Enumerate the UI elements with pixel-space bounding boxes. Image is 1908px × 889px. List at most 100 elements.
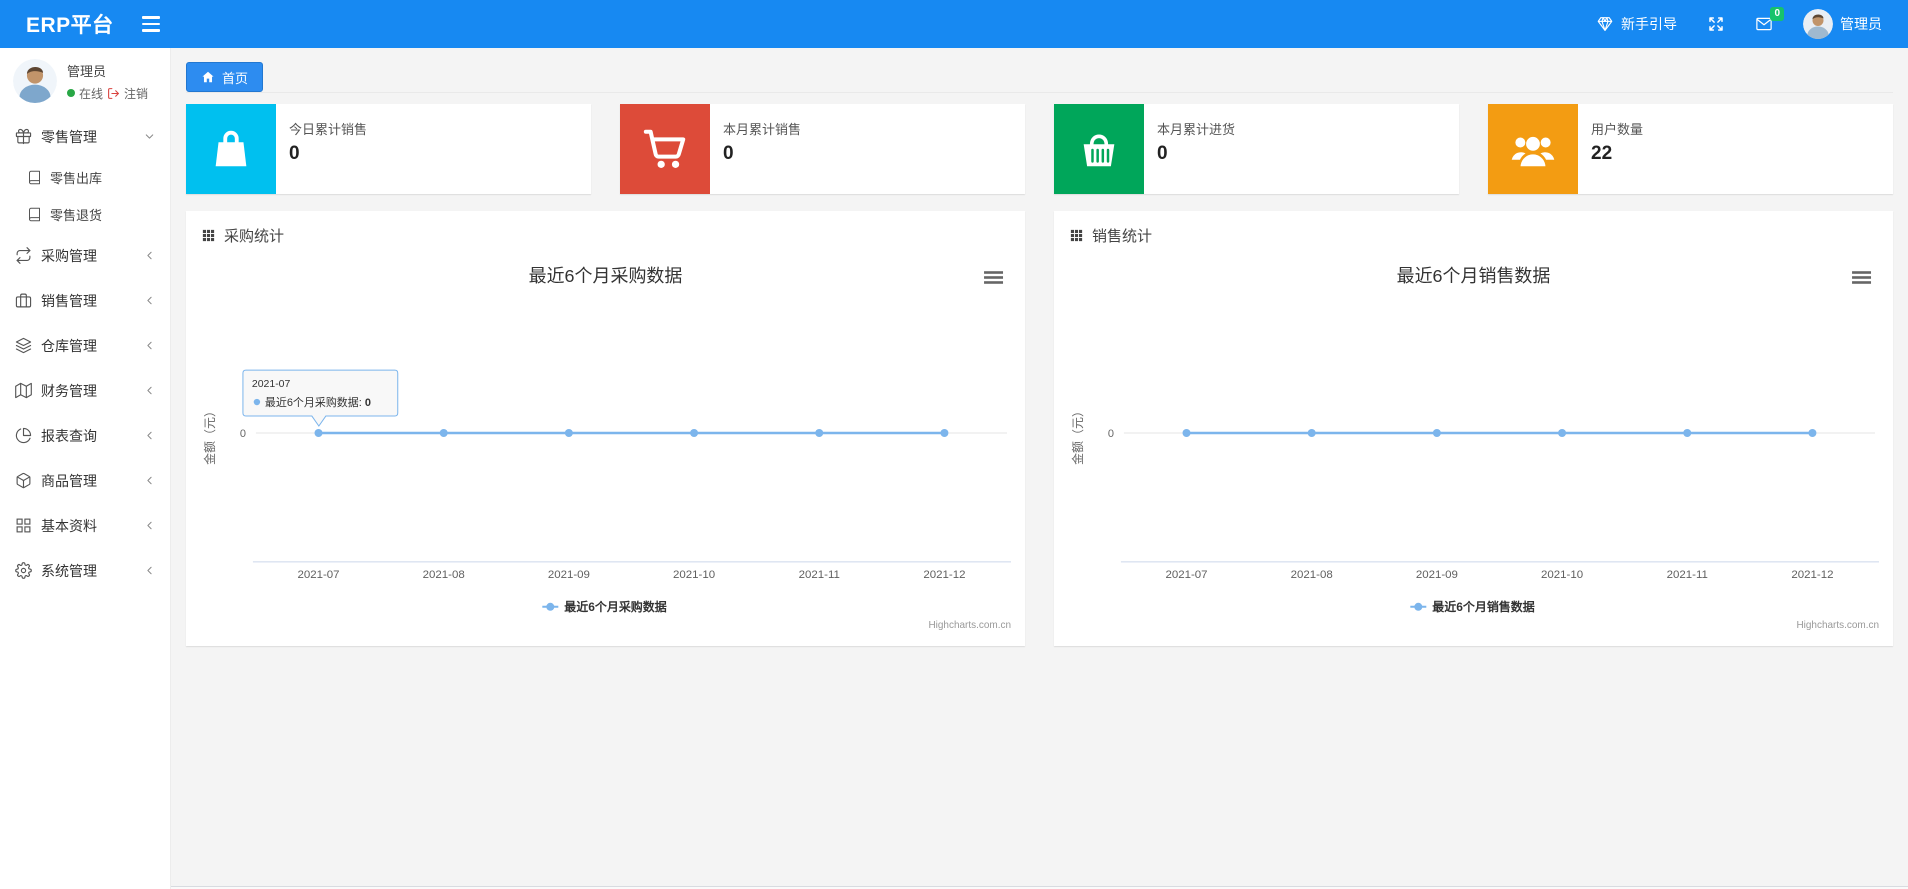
- data-point[interactable]: [940, 429, 949, 438]
- sidebar-item-6[interactable]: 报表查询: [0, 413, 170, 458]
- y-tick-label: 0: [240, 428, 246, 440]
- tab-bar: 首页: [186, 62, 1893, 93]
- stat-card-value: 0: [289, 143, 300, 164]
- sidebar-username: 管理员: [67, 63, 107, 79]
- sidebar-item-label: 仓库管理: [41, 337, 97, 354]
- stat-card-value: 0: [723, 143, 734, 164]
- cart-icon: [643, 129, 686, 168]
- chart-panel-title: 采购统计: [224, 228, 285, 245]
- chart-title: 最近6个月采购数据: [529, 266, 683, 286]
- chart-context-menu-button[interactable]: [1852, 271, 1872, 284]
- home-icon: [202, 71, 214, 83]
- data-point[interactable]: [439, 429, 448, 438]
- x-tick-label: 2021-07: [1165, 569, 1207, 581]
- tab-home[interactable]: 首页: [186, 62, 264, 92]
- tab-home-label: 首页: [222, 70, 249, 86]
- tooltip-series-label: 最近6个月采购数据:: [265, 395, 365, 409]
- chart-credit: Highcharts.com.cn: [1796, 620, 1879, 631]
- chevron-left-icon: [147, 431, 152, 440]
- stat-card-text: 本月累计销售 0: [710, 104, 813, 194]
- sidebar-subitem-2[interactable]: 零售退货: [0, 196, 170, 233]
- basket-icon: [1083, 134, 1115, 167]
- online-status-label: 在线: [79, 86, 104, 101]
- tooltip-value: 0: [365, 397, 371, 409]
- mail-badge: 0: [1770, 7, 1784, 21]
- y-axis-title: 金额（元）: [202, 405, 217, 465]
- fullscreen-button[interactable]: [1707, 15, 1725, 33]
- chart-title: 最近6个月销售数据: [1397, 266, 1551, 286]
- x-tick-label: 2021-08: [423, 569, 465, 581]
- sidebar-toggle-button[interactable]: [141, 16, 160, 32]
- pie-chart-icon: [15, 427, 32, 444]
- sidebar-item-1[interactable]: 零售管理: [0, 114, 170, 159]
- chevron-left-icon: [147, 566, 152, 575]
- data-point[interactable]: [690, 429, 699, 438]
- legend-marker: [1414, 602, 1423, 611]
- line-chart: 最近6个月销售数据金额（元） 02021-07 2021-08 2021-09 2021…: [1070, 266, 1880, 631]
- data-point[interactable]: [314, 429, 323, 438]
- th-grid-icon: [1070, 229, 1083, 242]
- gift-icon: [15, 128, 32, 145]
- sidebar-item-4[interactable]: 仓库管理: [0, 323, 170, 368]
- stat-card-label: 本月累计销售: [723, 122, 802, 137]
- gem-icon: [1597, 17, 1613, 31]
- chart-credit: Highcharts.com.cn: [928, 620, 1011, 631]
- sidebar-item-label: 销售管理: [41, 292, 97, 309]
- x-tick-label: 2021-07: [297, 569, 339, 581]
- user-menu[interactable]: 管理员: [1803, 9, 1882, 39]
- sidebar-item-2[interactable]: 采购管理: [0, 233, 170, 278]
- map-icon: [15, 382, 32, 399]
- line-chart: 最近6个月采购数据金额（元） 02021-07 2021-08 2021-09 2021…: [202, 266, 1012, 631]
- sidebar-subitem-1[interactable]: 零售出库: [0, 159, 170, 196]
- messages-button[interactable]: 0: [1755, 7, 1784, 33]
- chart-panel-2: 销售统计最近6个月销售数据 金额（元） 0 2021-07 2021-08 2021-09…: [1054, 211, 1893, 646]
- sidebar-item-8[interactable]: 基本资料: [0, 503, 170, 548]
- fullscreen-icon: [1709, 17, 1723, 31]
- chart-area: 最近6个月采购数据 金额（元） 0 2021-07 2021-08 2021-09 2021…: [186, 250, 1025, 635]
- x-tick-label: 2021-09: [1416, 569, 1458, 581]
- data-point[interactable]: [1683, 429, 1692, 438]
- x-tick-label: 2021-11: [799, 569, 840, 581]
- users-icon: [1511, 136, 1555, 167]
- repeat-icon: [16, 247, 31, 264]
- stat-card-1: 今日累计销售 0: [186, 104, 591, 194]
- sidebar-item-5[interactable]: 财务管理: [0, 368, 170, 413]
- chart-tooltip: 2021-07 最近6个月采购数据: 0: [242, 369, 399, 427]
- x-tick-label: 2021-11: [1667, 569, 1708, 581]
- data-point[interactable]: [815, 429, 824, 438]
- legend-item[interactable]: 最近6个月销售数据: [1410, 599, 1535, 614]
- data-point[interactable]: [1808, 429, 1817, 438]
- username: 管理员: [1840, 16, 1882, 32]
- chart-panel-title: 销售统计: [1092, 228, 1153, 245]
- sidebar-subitem-label: 零售出库: [50, 171, 103, 186]
- svg-text:最近6个月采购数据: 0: 最近6个月采购数据: 0: [265, 395, 371, 409]
- chart-context-menu-button[interactable]: [984, 271, 1004, 284]
- sidebar-item-label: 系统管理: [41, 562, 97, 579]
- top-navbar: ERP平台 新手引导 0 管理员: [0, 0, 1908, 48]
- stat-card-icon-box: [1054, 104, 1144, 194]
- app-logo: ERP平台: [26, 14, 114, 37]
- logout-link[interactable]: 注销: [124, 85, 148, 102]
- legend-item[interactable]: 最近6个月采购数据: [542, 599, 667, 614]
- stat-card-icon-box: [620, 104, 710, 194]
- sidebar-item-9[interactable]: 系统管理: [0, 548, 170, 593]
- chart-panel-header: 采购统计: [186, 211, 1025, 250]
- sidebar-item-label: 采购管理: [41, 247, 97, 264]
- data-point[interactable]: [1432, 429, 1441, 438]
- sidebar-item-7[interactable]: 商品管理: [0, 458, 170, 503]
- data-point[interactable]: [1307, 429, 1316, 438]
- stat-card-label: 用户数量: [1591, 122, 1644, 137]
- sidebar-item-label: 零售管理: [41, 128, 97, 145]
- stat-cards-row: 今日累计销售 0 本月累计销售 0 本月累计进货 0 用户数量 22: [186, 104, 1893, 194]
- data-point[interactable]: [1558, 429, 1567, 438]
- data-point[interactable]: [564, 429, 573, 438]
- online-status-dot: [67, 89, 75, 97]
- layers-icon: [15, 337, 32, 354]
- sidebar-item-3[interactable]: 销售管理: [0, 278, 170, 323]
- guide-label: 新手引导: [1621, 16, 1677, 32]
- guide-link[interactable]: 新手引导: [1596, 14, 1677, 34]
- chart-panels-row: 采购统计 最近6个月采购数据 金额（元） 0 2021-07 2021-08 2021-09…: [186, 211, 1893, 646]
- data-point[interactable]: [1182, 429, 1191, 438]
- stat-card-label: 本月累计进货: [1157, 122, 1236, 137]
- stat-card-label: 今日累计销售: [289, 122, 368, 137]
